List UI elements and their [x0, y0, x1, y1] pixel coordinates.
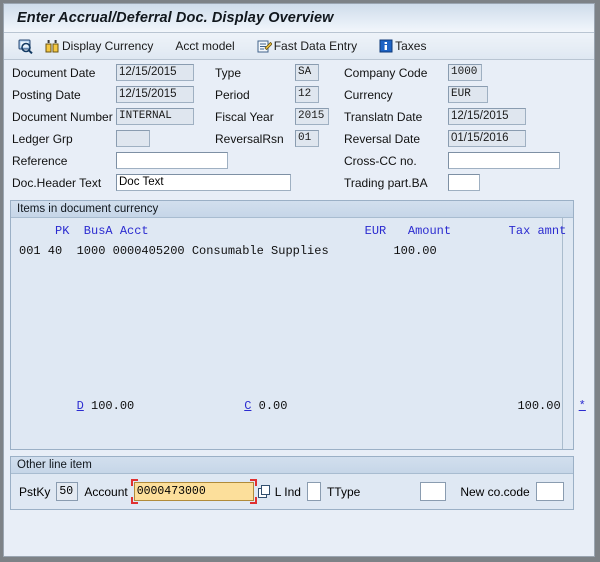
fiscal-year-label: Fiscal Year: [215, 110, 274, 124]
company-code-label: Company Code: [344, 66, 428, 80]
account-label: Account: [84, 484, 128, 499]
document-number-field[interactable]: INTERNAL: [116, 108, 194, 125]
acct-model-button[interactable]: Acct model: [171, 36, 238, 57]
application-toolbar: Display Currency Acct model Fast Data En…: [4, 33, 594, 60]
posting-date-label: Posting Date: [12, 88, 81, 102]
period-field[interactable]: 12: [295, 86, 319, 103]
reference-label: Reference: [12, 154, 68, 168]
table-row[interactable]: 001 40 1000 0000405200 Consumable Suppli…: [11, 244, 437, 258]
items-panel-body: PK BusA Acct EUR Amount Tax amnt 001 40 …: [11, 218, 586, 449]
display-currency-button[interactable]: Display Currency: [41, 36, 157, 57]
focus-marker-bottom-right: [249, 497, 257, 504]
type-label: Type: [215, 66, 242, 80]
taxes-label: Taxes: [395, 39, 427, 53]
page-title: Enter Accrual/Deferral Doc. Display Over…: [17, 10, 334, 26]
reversal-date-label: Reversal Date: [344, 132, 421, 146]
fiscal-year-field[interactable]: 2015: [295, 108, 329, 125]
document-date-field[interactable]: 12/15/2015: [116, 64, 194, 81]
display-currency-label: Display Currency: [62, 39, 154, 53]
reversal-rsn-label: ReversalRsn: [215, 132, 284, 146]
ttype-field[interactable]: [420, 482, 447, 501]
window-titlebar: Enter Accrual/Deferral Doc. Display Over…: [4, 4, 594, 33]
matchcode-picker-icon[interactable]: [257, 484, 271, 499]
focus-marker-top-right: [249, 479, 257, 486]
taxes-info-icon: [379, 39, 393, 53]
type-field[interactable]: SA: [295, 64, 319, 81]
balance-total: 100.00: [517, 399, 561, 413]
company-code-field[interactable]: 1000: [448, 64, 482, 81]
reversal-date-field[interactable]: 01/15/2016: [448, 130, 526, 147]
debit-total: 100.00: [91, 399, 135, 413]
account-field-focus-wrapper: 0000473000: [130, 479, 257, 504]
items-in-document-currency-panel: Items in document currency PK BusA Acct …: [10, 200, 586, 450]
acct-model-label: Acct model: [175, 39, 235, 53]
cross-cc-no-field[interactable]: [448, 152, 560, 169]
document-number-label: Document Number: [12, 110, 113, 124]
document-date-label: Document Date: [12, 66, 96, 80]
posting-date-field[interactable]: 12/15/2015: [116, 86, 194, 103]
other-line-item-body: PstKy 50 Account 0000473000 L Ind TType: [11, 474, 573, 509]
translatn-date-field[interactable]: 12/15/2015: [448, 108, 526, 125]
ttype-label: TType: [326, 484, 361, 499]
period-label: Period: [215, 88, 250, 102]
star-key[interactable]: *: [579, 399, 586, 413]
l-ind-field[interactable]: [306, 482, 321, 501]
focus-marker-bottom-left: [130, 497, 138, 504]
sap-window: Enter Accrual/Deferral Doc. Display Over…: [3, 3, 595, 557]
currency-field[interactable]: EUR: [448, 86, 488, 103]
trading-part-ba-field[interactable]: [448, 174, 480, 191]
ledger-grp-label: Ledger Grp: [12, 132, 73, 146]
trading-part-ba-label: Trading part.BA: [344, 176, 428, 190]
taxes-button[interactable]: Taxes: [375, 36, 430, 57]
document-header-form: Document Date Posting Date Document Numb…: [4, 60, 594, 191]
new-co-code-label: New co.code: [460, 484, 530, 499]
reference-field[interactable]: [116, 152, 228, 169]
items-totals-row: D 100.00C 0.00100.00*1 Line items: [11, 385, 594, 427]
translatn-date-label: Translatn Date: [344, 110, 423, 124]
doc-header-text-label: Doc.Header Text: [12, 176, 102, 190]
fast-data-entry-label: Fast Data Entry: [273, 39, 358, 53]
other-line-item-panel: Other line item PstKy 50 Account 0000473…: [10, 456, 574, 510]
display-currency-icon: [45, 39, 60, 54]
debit-key[interactable]: D: [77, 399, 84, 413]
magnifier-display-icon: [18, 39, 33, 54]
fast-data-entry-icon: [257, 39, 273, 54]
credit-total: 0.00: [258, 399, 288, 413]
other-line-item-title: Other line item: [11, 457, 573, 474]
items-panel-title: Items in document currency: [11, 201, 573, 218]
pstky-label: PstKy: [19, 484, 51, 499]
ledger-grp-field[interactable]: [116, 130, 150, 147]
pstky-field[interactable]: 50: [56, 482, 79, 501]
doc-header-text-field[interactable]: Doc Text: [116, 174, 291, 191]
l-ind-label: L Ind: [274, 484, 301, 499]
focus-marker-top-left: [130, 479, 138, 486]
account-field[interactable]: 0000473000: [133, 482, 254, 501]
reversal-rsn-field[interactable]: 01: [295, 130, 319, 147]
currency-label: Currency: [344, 88, 393, 102]
items-list-header: PK BusA Acct EUR Amount Tax amnt: [19, 224, 567, 238]
new-co-code-field[interactable]: [535, 482, 564, 501]
cross-cc-no-label: Cross-CC no.: [344, 154, 417, 168]
fast-data-entry-button[interactable]: Fast Data Entry: [253, 36, 361, 57]
display-document-button[interactable]: [14, 36, 39, 57]
